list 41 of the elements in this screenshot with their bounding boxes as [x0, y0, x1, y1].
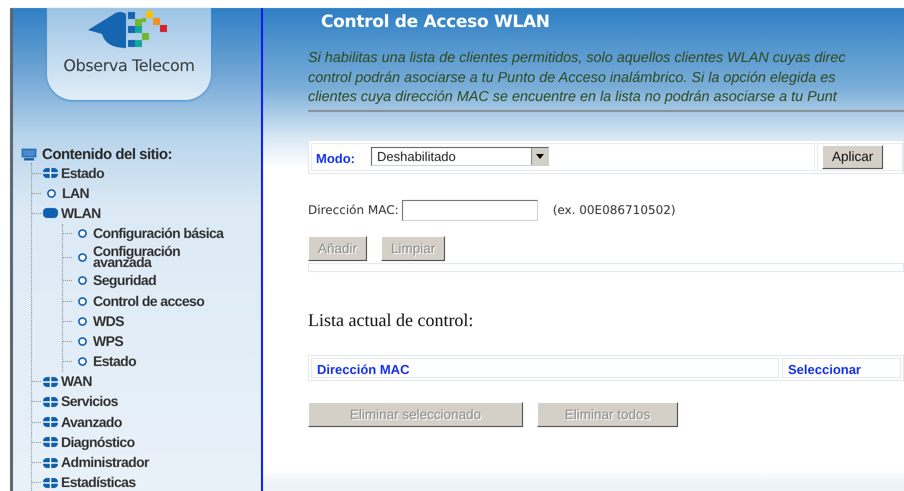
tree-item[interactable]: Estado: [61, 166, 104, 180]
dropdown-arrow-icon: [536, 154, 544, 159]
tree-heading: Contenido del sitio:: [42, 146, 172, 163]
tree-item[interactable]: WDS: [93, 314, 124, 328]
tree-item[interactable]: Configuración avanzada: [93, 246, 203, 268]
tree-item[interactable]: WAN: [61, 375, 92, 388]
column-header: Seleccionar: [782, 358, 901, 378]
mode-select[interactable]: Deshabilitado: [370, 147, 549, 166]
tree-item[interactable]: Control de acceso: [93, 294, 204, 308]
tree-item[interactable]: WPS: [93, 334, 124, 348]
circle-icon: [78, 252, 87, 262]
description-line: control podrán asociarse a tu Punto de Acceso inalámbrico. Si la opción elegida es: [308, 68, 836, 88]
circle-icon: [78, 336, 87, 346]
mac-input-field[interactable]: [402, 200, 538, 220]
mode-label: Modo:: [316, 151, 355, 166]
tree-item[interactable]: WLAN: [61, 206, 101, 220]
mac-hint: (ex. 00E086710502): [552, 203, 676, 217]
circle-icon: [47, 188, 56, 198]
logo-text: Observa Telecom: [63, 56, 195, 75]
circle-icon: [78, 296, 87, 306]
column-header: Dirección MAC: [311, 358, 779, 378]
tree-item[interactable]: Seguridad: [93, 274, 156, 288]
description-line: Si habilitas una lista de clientes permitidos, solo aquellos clientes WLAN cuyas direc: [308, 49, 847, 68]
monitor-icon: [21, 148, 37, 161]
tree-item[interactable]: Avanzado: [61, 416, 122, 429]
tree-item[interactable]: Estado: [93, 355, 136, 368]
tree-item[interactable]: Configuración básica: [93, 227, 224, 240]
apply-button[interactable]: Aplicar: [822, 144, 884, 168]
tree-item[interactable]: LAN: [62, 186, 89, 200]
tree-item[interactable]: Diagnóstico: [61, 436, 135, 449]
circle-icon: [78, 276, 87, 286]
description-line: clientes cuya dirección MAC se encuentre en la lista no podrán asociarse a tu Punt: [308, 88, 838, 107]
tree-item[interactable]: Servicios: [61, 395, 118, 408]
circle-icon: [78, 316, 87, 326]
circle-icon: [78, 229, 87, 238]
circle-icon: [78, 357, 87, 366]
list-title: Lista actual de control:: [308, 310, 474, 330]
mac-label: Dirección MAC:: [308, 203, 399, 217]
tree-item[interactable]: Administrador: [61, 456, 149, 470]
tree-item[interactable]: Estadísticas: [61, 476, 136, 490]
page-title: Control de Acceso WLAN: [321, 12, 551, 32]
